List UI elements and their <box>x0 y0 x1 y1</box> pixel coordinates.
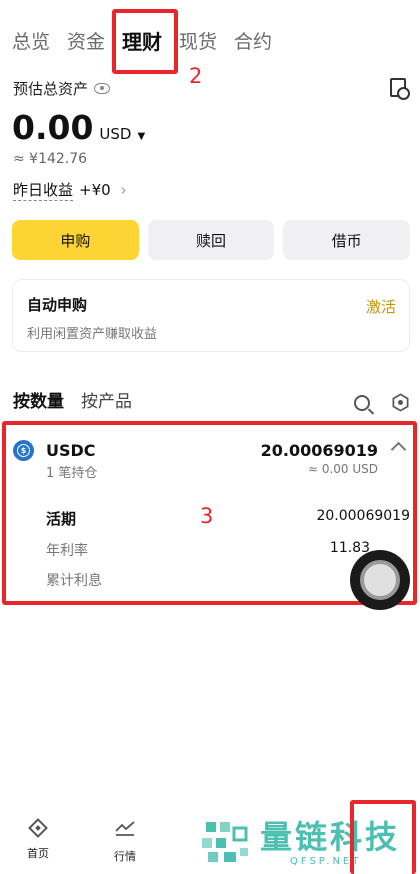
tab-by-product[interactable]: 按产品 <box>81 387 132 412</box>
activate-link[interactable]: 激活 <box>366 296 396 317</box>
search-icon[interactable] <box>354 395 370 411</box>
trend-chart-icon <box>115 821 135 836</box>
annotation-box-earn-tab <box>112 9 178 74</box>
auto-subscribe-title: 自动申购 <box>27 296 88 314</box>
total-amount: 0.00 <box>12 108 94 147</box>
estimated-assets-text: 预估总资产 <box>13 80 89 98</box>
holding-view-tabs: 按数量 按产品 <box>13 387 132 412</box>
auto-subscribe-card[interactable]: 自动申购 利用闲置资产赚取收益 激活 <box>12 279 410 352</box>
annotation-marker-2: 2 <box>189 64 203 88</box>
auto-subscribe-subtitle: 利用闲置资产赚取收益 <box>27 327 158 342</box>
yesterday-earnings-value: +¥0 <box>79 181 111 199</box>
floating-assistive-button[interactable] <box>350 550 410 610</box>
tab-by-quantity[interactable]: 按数量 <box>13 387 64 412</box>
nav-markets-label: 行情 <box>114 850 136 863</box>
tab-spot[interactable]: 现货 <box>179 27 217 54</box>
subscribe-button[interactable]: 申购 <box>12 220 139 260</box>
action-buttons: 申购 赎回 借币 <box>12 220 411 260</box>
annotation-box-bottom-right <box>350 800 416 874</box>
watermark-logo-icon <box>202 822 248 862</box>
caret-down-icon[interactable]: ▼ <box>137 131 145 142</box>
tab-overview[interactable]: 总览 <box>12 27 50 54</box>
hexagon-settings-icon[interactable] <box>391 393 410 412</box>
estimated-assets-label: 预估总资产 <box>13 78 111 99</box>
nav-markets[interactable]: 行情 <box>97 818 153 864</box>
yesterday-earnings-label: 昨日收益 <box>13 181 74 201</box>
amount-row: 0.00 USD ▼ <box>12 108 145 147</box>
history-record-icon[interactable] <box>390 78 410 100</box>
borrow-button[interactable]: 借币 <box>283 220 411 260</box>
diamond-home-icon <box>28 818 48 838</box>
redeem-button[interactable]: 赎回 <box>147 220 275 260</box>
floating-button-ring <box>360 560 400 600</box>
yesterday-earnings[interactable]: 昨日收益 +¥0 › <box>13 179 127 201</box>
eye-icon[interactable] <box>94 83 111 94</box>
chevron-right-icon: › <box>120 181 127 199</box>
tab-funding[interactable]: 资金 <box>67 27 105 54</box>
tab-futures[interactable]: 合约 <box>234 27 272 54</box>
nav-home[interactable]: 首页 <box>10 818 66 861</box>
currency-selector[interactable]: USD <box>99 125 131 143</box>
annotation-marker-3: 3 <box>200 504 214 528</box>
nav-home-label: 首页 <box>27 847 49 860</box>
approx-cny-value: ≈ ¥142.76 <box>13 151 88 167</box>
